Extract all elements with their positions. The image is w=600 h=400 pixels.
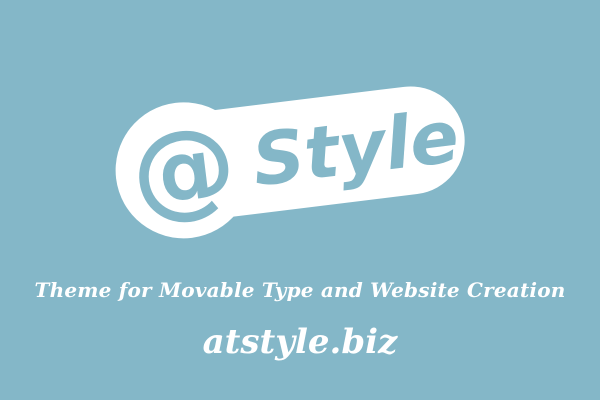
at-symbol-icon: @ [124, 101, 242, 235]
tagline: Theme for Movable Type and Website Creat… [34, 278, 566, 302]
atstyle-logo: @ Style [115, 86, 465, 239]
site-url[interactable]: atstyle.biz [0, 322, 600, 362]
